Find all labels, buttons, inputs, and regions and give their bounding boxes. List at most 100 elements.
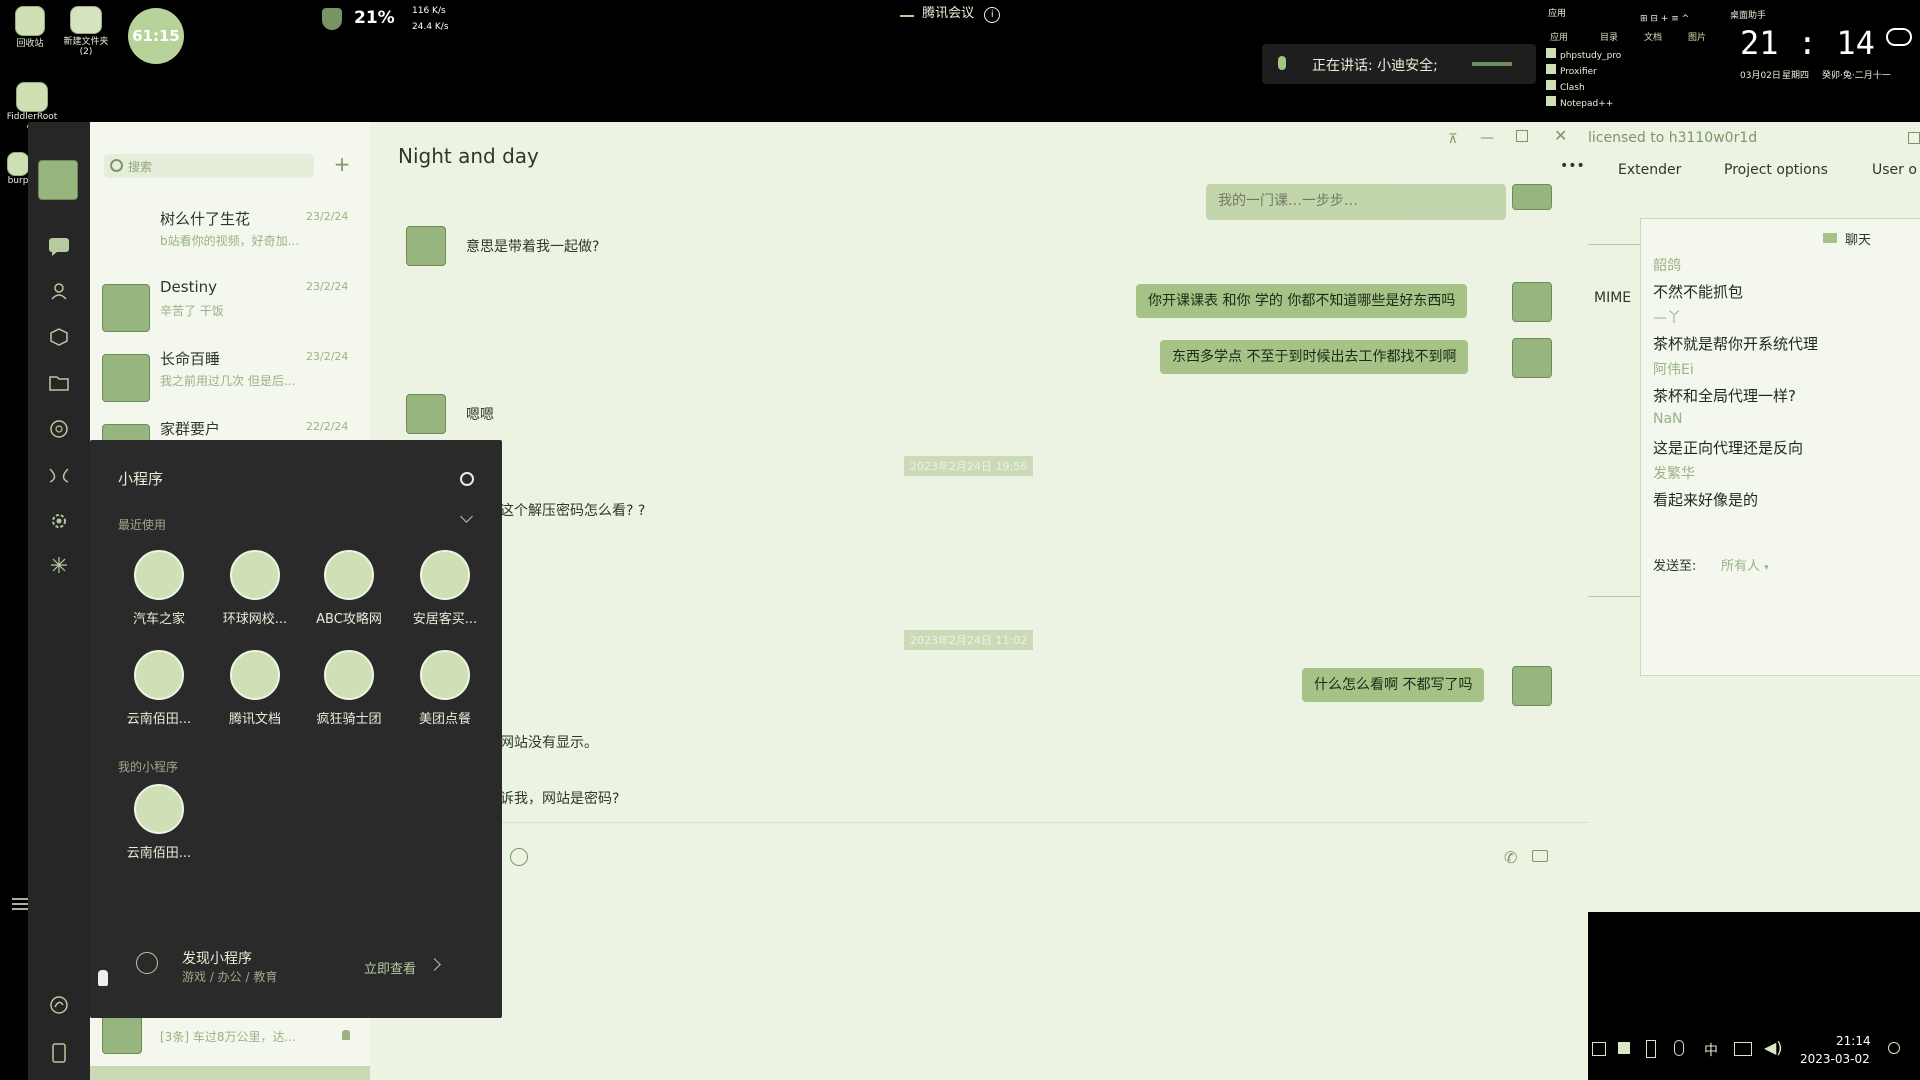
my-avatar[interactable] xyxy=(1512,184,1552,210)
chevron-down-icon[interactable] xyxy=(460,510,473,523)
desktop-icon-recycle-bin[interactable]: 回收站 xyxy=(8,6,52,49)
mini-app-icon xyxy=(324,550,374,600)
meeting-title-bar[interactable]: 腾讯会议 i xyxy=(900,2,1030,23)
message-bubble-right[interactable]: 什么怎么看啊 不都写了吗 xyxy=(1302,668,1485,702)
pin-window-icon[interactable] xyxy=(1618,1042,1630,1054)
burp-menu-extender[interactable]: Extender xyxy=(1618,162,1681,178)
clock-badge[interactable]: 61:15 xyxy=(128,8,184,64)
phone-icon[interactable] xyxy=(46,1040,72,1066)
widget-tab-dirs[interactable]: 目录 xyxy=(1600,30,1618,43)
message-text-left[interactable]: 这个解压密码怎么看? ? xyxy=(500,500,645,520)
channels-icon[interactable] xyxy=(46,462,72,488)
info-icon[interactable]: i xyxy=(984,7,1001,23)
widget-lunar: 癸卯·兔·二月十一 xyxy=(1822,71,1891,81)
mini-app-item[interactable]: 云南佰田... xyxy=(104,784,214,864)
chat-area: Night and day ••• ⊼ — ✕ 我的一门课…一步步… 意思是带着… xyxy=(370,122,1588,1080)
chat-icon[interactable] xyxy=(46,234,72,260)
message-bubble-right[interactable]: 你开课课表 和你 学的 你都不知道哪些是好东西吗 xyxy=(1136,284,1468,318)
mini-app-item[interactable]: 美团点餐 xyxy=(390,650,500,730)
burp-license-text: licensed to h3110w0r1d xyxy=(1588,130,1758,146)
message-text-left[interactable]: 诉我，网站是密码? xyxy=(500,788,619,808)
widget-tab-apps-2[interactable]: 应用 xyxy=(1550,30,1568,43)
burp-menu-project-options[interactable]: Project options xyxy=(1724,162,1828,178)
pin-icon[interactable]: ⊼ xyxy=(1448,132,1458,147)
burp-divider xyxy=(1588,244,1648,245)
contacts-icon[interactable] xyxy=(46,278,72,304)
selected-chat-highlight[interactable] xyxy=(90,1066,370,1080)
mini-program-search-icon[interactable] xyxy=(460,472,474,486)
message-bubble-right[interactable]: 东西多学点 不至于到时候出去工作都找不到啊 xyxy=(1160,340,1469,374)
desktop-icon-new-folder[interactable]: 新建文件夹 (2) xyxy=(60,6,112,57)
discover-mini-programs[interactable]: 发现小程序 游戏 / 办公 / 教育 立即查看 xyxy=(90,944,502,1004)
message-bubble-right[interactable]: 我的一门课…一步步… xyxy=(1206,184,1506,220)
message-text-left[interactable]: 嗯嗯 xyxy=(466,404,494,424)
app-shortcut[interactable]: Proxifier xyxy=(1546,64,1597,77)
taskbar-date[interactable]: 2023-03-02 xyxy=(1800,1052,1870,1066)
my-mini-programs-label: 我的小程序 xyxy=(118,760,179,774)
sparkle-icon[interactable] xyxy=(46,552,72,578)
app-shortcut[interactable]: phpstudy_pro xyxy=(1546,48,1621,61)
add-chat-button[interactable]: + xyxy=(330,152,354,176)
discover-action[interactable]: 立即查看 xyxy=(364,958,416,977)
app-shortcut[interactable]: Clash xyxy=(1546,80,1585,93)
chat-message: 不然不能抓包 xyxy=(1653,283,1744,301)
usb-icon[interactable] xyxy=(1646,1040,1656,1058)
notification-icon[interactable] xyxy=(1888,1042,1900,1054)
send-to-label: 发送至: xyxy=(1653,559,1697,574)
close-button[interactable]: ✕ xyxy=(1554,126,1567,145)
folder-icon[interactable] xyxy=(46,370,72,396)
fiddler-icon xyxy=(16,82,48,112)
more-options-icon[interactable]: ••• xyxy=(1560,158,1585,174)
task-view-icon[interactable] xyxy=(1592,1042,1606,1056)
minimize-button[interactable]: — xyxy=(1480,130,1494,146)
chat-preview: 辛苦了 干饭 xyxy=(160,304,224,318)
mini-program-icon[interactable] xyxy=(46,992,72,1018)
ime-indicator[interactable]: 中 xyxy=(1704,1040,1718,1060)
voice-call-icon[interactable]: ✆ xyxy=(1504,848,1517,867)
maximize-button[interactable] xyxy=(1516,130,1528,142)
friend-avatar[interactable] xyxy=(406,394,446,434)
gear-icon[interactable] xyxy=(46,508,72,534)
message-text-left[interactable]: 网站没有显示。 xyxy=(500,732,598,752)
mini-app-item[interactable]: 云南佰田... xyxy=(104,650,214,730)
burp-maximize[interactable] xyxy=(1908,132,1920,144)
search-input[interactable]: 搜索 xyxy=(128,158,152,175)
message-text-left[interactable]: 意思是带着我一起做? xyxy=(466,236,599,256)
menu-lines-icon[interactable] xyxy=(10,894,30,914)
chat-message: 茶杯就是帮你开系统代理 xyxy=(1653,335,1819,353)
chat-list-item[interactable]: 树么什了生花 23/2/24 b站看你的视频，好奇加... xyxy=(90,202,370,272)
app-shortcut[interactable]: Notepad++ xyxy=(1546,96,1613,109)
my-avatar[interactable] xyxy=(1512,338,1552,378)
chat-message: 这是正向代理还是反向 xyxy=(1653,439,1804,457)
display-icon[interactable] xyxy=(1734,1042,1752,1056)
widget-tab-apps[interactable]: 应用 xyxy=(1548,6,1566,19)
upload-speed: 116 K/s xyxy=(412,6,446,16)
widget-controls[interactable]: ⊞ ⊟ + ≡ ^ xyxy=(1640,6,1730,25)
mini-app-item[interactable]: 汽车之家 xyxy=(104,550,214,630)
taskbar-time[interactable]: 21:14 xyxy=(1836,1034,1871,1048)
user-avatar[interactable] xyxy=(38,160,78,200)
widget-tab-docs[interactable]: 文档 xyxy=(1644,30,1662,43)
mini-app-item[interactable]: 安居客买... xyxy=(390,550,500,630)
moments-icon[interactable] xyxy=(46,416,72,442)
cpu-percent: 21% xyxy=(354,8,395,28)
chat-list-item[interactable]: 长命百睡 23/2/24 我之前用过几次 但是后... xyxy=(90,342,370,412)
mini-app-item[interactable]: 疯狂骑士团 xyxy=(294,650,404,730)
volume-icon[interactable]: ◀) xyxy=(1764,1038,1783,1057)
video-call-icon[interactable] xyxy=(1532,850,1548,862)
chat-preview: b站看你的视频，好奇加... xyxy=(160,234,300,248)
burp-menu-user-options[interactable]: User o xyxy=(1872,162,1917,178)
box-icon[interactable] xyxy=(46,324,72,350)
send-to-dropdown[interactable]: 所有人 ▾ xyxy=(1721,555,1769,574)
friend-avatar[interactable] xyxy=(406,226,446,266)
my-avatar[interactable] xyxy=(1512,282,1552,322)
my-avatar[interactable] xyxy=(1512,666,1552,706)
folder-icon xyxy=(70,6,102,34)
chat-list-item[interactable]: Destiny 23/2/24 辛苦了 干饭 xyxy=(90,272,370,342)
search-box[interactable]: 搜索 xyxy=(104,154,314,178)
mini-app-item[interactable]: ABC攻略网 xyxy=(294,550,404,630)
microphone-icon[interactable] xyxy=(1674,1040,1684,1056)
emoji-icon[interactable] xyxy=(510,848,528,866)
widget-tab-images[interactable]: 图片 xyxy=(1688,30,1706,43)
mini-app-icon xyxy=(324,650,374,700)
